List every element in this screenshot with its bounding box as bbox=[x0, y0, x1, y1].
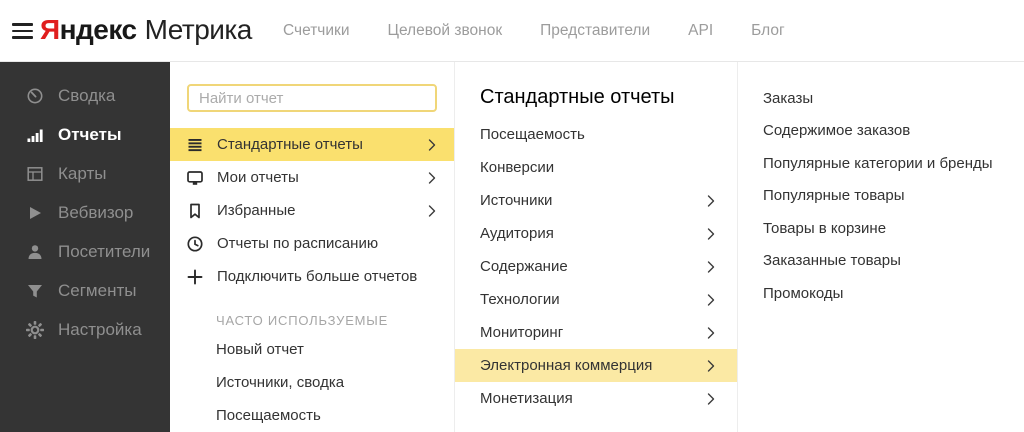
logo-product: Метрика bbox=[144, 14, 253, 45]
chevron-right-icon bbox=[707, 260, 715, 273]
report-item-monetization[interactable]: Монетизация bbox=[455, 382, 737, 415]
submenu-item-order-contents[interactable]: Содержимое заказов bbox=[738, 115, 1024, 148]
sidebar-item-settings[interactable]: Настройка bbox=[0, 310, 170, 349]
clock-icon bbox=[186, 235, 204, 253]
frequently-used-section-title: ЧАСТО ИСПОЛЬЗУЕМЫЕ bbox=[216, 312, 389, 328]
report-item-ecommerce[interactable]: Электронная коммерция bbox=[455, 349, 737, 382]
menu-item-label: Подключить больше отчетов bbox=[217, 268, 418, 285]
top-navigation: Счетчики Целевой звонок Представители AP… bbox=[283, 0, 785, 62]
sidebar-item-label: Посетители bbox=[58, 241, 151, 261]
sidebar-item-webvisor[interactable]: Вебвизор bbox=[0, 193, 170, 232]
menu-item-label: Избранные bbox=[217, 202, 296, 219]
gear-icon bbox=[26, 320, 44, 339]
main-sidebar: Сводка Отчеты Карты Вебвизор Посетители bbox=[0, 62, 170, 432]
top-header: Яндекс Метрика Счетчики Целевой звонок Пр… bbox=[0, 0, 1024, 62]
report-item-content[interactable]: Содержание bbox=[455, 250, 737, 283]
menu-item-new-report[interactable]: Новый отчет bbox=[170, 333, 454, 366]
submenu-item-popular-categories-brands[interactable]: Популярные категории и бренды bbox=[738, 147, 1024, 180]
nav-blog[interactable]: Блог bbox=[751, 22, 785, 40]
sidebar-item-label: Сегменты bbox=[58, 280, 137, 300]
gauge-icon bbox=[26, 87, 44, 105]
nav-counters[interactable]: Счетчики bbox=[283, 22, 349, 40]
logo-brand-rest: ндекс bbox=[59, 14, 137, 45]
menu-item-connect-more-reports[interactable]: Подключить больше отчетов bbox=[170, 260, 454, 293]
reports-menu-panel: Стандартные отчеты Мои отчеты Избранные bbox=[170, 62, 455, 432]
sidebar-item-label: Карты bbox=[58, 163, 107, 183]
yandex-metrika-logo[interactable]: Яндекс Метрика bbox=[40, 14, 252, 46]
play-icon bbox=[26, 204, 44, 222]
chevron-right-icon bbox=[428, 204, 436, 217]
ecommerce-submenu-panel: Заказы Содержимое заказов Популярные кат… bbox=[738, 62, 1024, 432]
standard-reports-list: Посещаемость Конверсии Источники Аудитор… bbox=[455, 118, 737, 415]
standard-reports-title: Стандартные отчеты bbox=[480, 86, 675, 108]
menu-item-label: Стандартные отчеты bbox=[217, 136, 363, 153]
submenu-item-orders[interactable]: Заказы bbox=[738, 82, 1024, 115]
menu-item-traffic[interactable]: Посещаемость bbox=[170, 399, 454, 432]
bookmark-icon bbox=[186, 202, 204, 220]
menu-item-favorites[interactable]: Избранные bbox=[170, 194, 454, 227]
chevron-right-icon bbox=[707, 392, 715, 405]
menu-item-label: Отчеты по расписанию bbox=[217, 235, 379, 252]
menu-item-label: Мои отчеты bbox=[217, 169, 299, 186]
report-item-conversions[interactable]: Конверсии bbox=[455, 151, 737, 184]
lines-icon bbox=[186, 136, 204, 154]
metrika-reports-page: Яндекс Метрика Счетчики Целевой звонок Пр… bbox=[0, 0, 1024, 432]
nav-target-call[interactable]: Целевой звонок bbox=[387, 22, 502, 40]
plus-icon bbox=[186, 268, 204, 286]
standard-reports-panel: Стандартные отчеты Посещаемость Конверси… bbox=[455, 62, 738, 432]
funnel-icon bbox=[26, 282, 44, 300]
report-search bbox=[187, 84, 437, 112]
sidebar-item-summary[interactable]: Сводка bbox=[0, 76, 170, 115]
person-icon bbox=[26, 243, 44, 261]
chevron-right-icon bbox=[707, 293, 715, 306]
hamburger-menu-icon[interactable] bbox=[12, 23, 33, 39]
monitor-icon bbox=[186, 169, 204, 187]
nav-representatives[interactable]: Представители bbox=[540, 22, 650, 40]
sidebar-item-label: Отчеты bbox=[58, 124, 122, 144]
bar-chart-icon bbox=[26, 126, 44, 144]
report-item-technology[interactable]: Технологии bbox=[455, 283, 737, 316]
sidebar-item-label: Вебвизор bbox=[58, 202, 134, 222]
sidebar-item-maps[interactable]: Карты bbox=[0, 154, 170, 193]
chevron-right-icon bbox=[707, 194, 715, 207]
report-item-sources[interactable]: Источники bbox=[455, 184, 737, 217]
submenu-item-promo-codes[interactable]: Промокоды bbox=[738, 277, 1024, 310]
report-item-traffic[interactable]: Посещаемость bbox=[455, 118, 737, 151]
report-search-input[interactable] bbox=[187, 84, 437, 112]
menu-item-scheduled-reports[interactable]: Отчеты по расписанию bbox=[170, 227, 454, 260]
submenu-item-ordered-products[interactable]: Заказанные товары bbox=[738, 245, 1024, 278]
chevron-right-icon bbox=[428, 138, 436, 151]
sidebar-item-reports[interactable]: Отчеты bbox=[0, 115, 170, 154]
menu-item-my-reports[interactable]: Мои отчеты bbox=[170, 161, 454, 194]
menu-item-sources-summary[interactable]: Источники, сводка bbox=[170, 366, 454, 399]
nav-api[interactable]: API bbox=[688, 22, 713, 40]
chevron-right-icon bbox=[707, 227, 715, 240]
sidebar-item-visitors[interactable]: Посетители bbox=[0, 232, 170, 271]
chevron-right-icon bbox=[707, 326, 715, 339]
chevron-right-icon bbox=[428, 171, 436, 184]
sidebar-item-label: Настройка bbox=[58, 319, 142, 339]
chevron-right-icon bbox=[707, 359, 715, 372]
report-item-audience[interactable]: Аудитория bbox=[455, 217, 737, 250]
sidebar-item-label: Сводка bbox=[58, 85, 116, 105]
logo-brand-initial: Я bbox=[40, 14, 60, 45]
sidebar-item-segments[interactable]: Сегменты bbox=[0, 271, 170, 310]
layout-icon bbox=[26, 165, 44, 183]
report-item-monitoring[interactable]: Мониторинг bbox=[455, 316, 737, 349]
submenu-item-popular-products[interactable]: Популярные товары bbox=[738, 180, 1024, 213]
submenu-item-cart-products[interactable]: Товары в корзине bbox=[738, 212, 1024, 245]
menu-item-standard-reports[interactable]: Стандартные отчеты bbox=[170, 128, 454, 161]
